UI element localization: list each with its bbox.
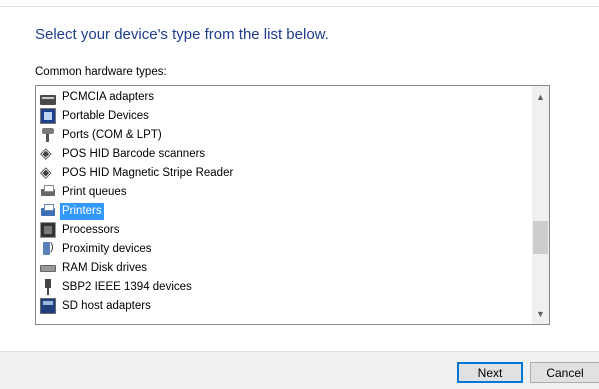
top-divider: [0, 0, 599, 7]
list-item-label: Portable Devices: [62, 109, 149, 122]
list-item-pos-magnetic-stripe-reader[interactable]: POS HID Magnetic Stripe Reader: [40, 163, 235, 182]
print-queue-icon: [40, 184, 56, 200]
list-item-label: Print queues: [62, 185, 127, 198]
scroll-down-arrow-icon[interactable]: ▼: [532, 305, 549, 322]
pcmcia-adapter-icon: [40, 95, 56, 105]
list-item-sbp2-ieee-1394-devices[interactable]: SBP2 IEEE 1394 devices: [40, 278, 194, 296]
next-button[interactable]: Next: [457, 362, 523, 383]
cancel-button[interactable]: Cancel: [530, 362, 599, 383]
list-item-proximity-devices[interactable]: Proximity devices: [40, 240, 153, 258]
list-label: Common hardware types:: [35, 66, 167, 78]
list-item-portable-devices[interactable]: Portable Devices: [40, 107, 151, 125]
list-item-ram-disk-drives[interactable]: RAM Disk drives: [40, 259, 149, 277]
list-item-label: Proximity devices: [62, 242, 152, 255]
pos-device-icon: [40, 163, 56, 181]
scroll-up-arrow-icon[interactable]: ▲: [532, 88, 549, 105]
sd-host-adapter-icon: [40, 298, 56, 314]
list-item-label: SD host adapters: [62, 299, 151, 312]
scrollbar-thumb[interactable]: [533, 221, 548, 254]
list-item-label: Processors: [62, 223, 120, 236]
page-heading: Select your device's type from the list …: [35, 26, 329, 43]
hardware-type-list[interactable]: PCMCIA adapters Portable Devices Ports (…: [35, 85, 550, 325]
list-item-label: POS HID Barcode scanners: [62, 147, 206, 160]
list-item-label: PCMCIA adapters: [62, 90, 155, 103]
list-item-sd-host-adapters[interactable]: SD host adapters: [40, 297, 153, 315]
list-item-label: POS HID Magnetic Stripe Reader: [62, 166, 234, 179]
ram-disk-icon: [40, 260, 56, 276]
pos-device-icon: [40, 144, 56, 162]
printer-icon: [40, 203, 56, 219]
list-item-label: Printers: [60, 202, 104, 220]
list-items-container: PCMCIA adapters Portable Devices Ports (…: [36, 86, 532, 324]
list-item-label: RAM Disk drives: [62, 261, 147, 274]
processor-icon: [40, 222, 56, 238]
list-item-pos-barcode-scanners[interactable]: POS HID Barcode scanners: [40, 144, 207, 163]
list-item-label: SBP2 IEEE 1394 devices: [62, 280, 192, 293]
portable-device-icon: [40, 108, 56, 124]
sbp2-device-icon: [40, 279, 56, 295]
list-item-pcmcia-adapters[interactable]: PCMCIA adapters: [40, 88, 156, 106]
list-item-printers[interactable]: Printers: [40, 202, 104, 220]
list-item-processors[interactable]: Processors: [40, 221, 122, 239]
list-item-label: Ports (COM & LPT): [62, 128, 162, 141]
list-item-ports[interactable]: Ports (COM & LPT): [40, 126, 164, 144]
proximity-device-icon: [40, 241, 56, 257]
port-connector-icon: [40, 127, 56, 143]
list-item-print-queues[interactable]: Print queues: [40, 183, 129, 201]
vertical-scrollbar[interactable]: ▲ ▼: [532, 86, 549, 324]
